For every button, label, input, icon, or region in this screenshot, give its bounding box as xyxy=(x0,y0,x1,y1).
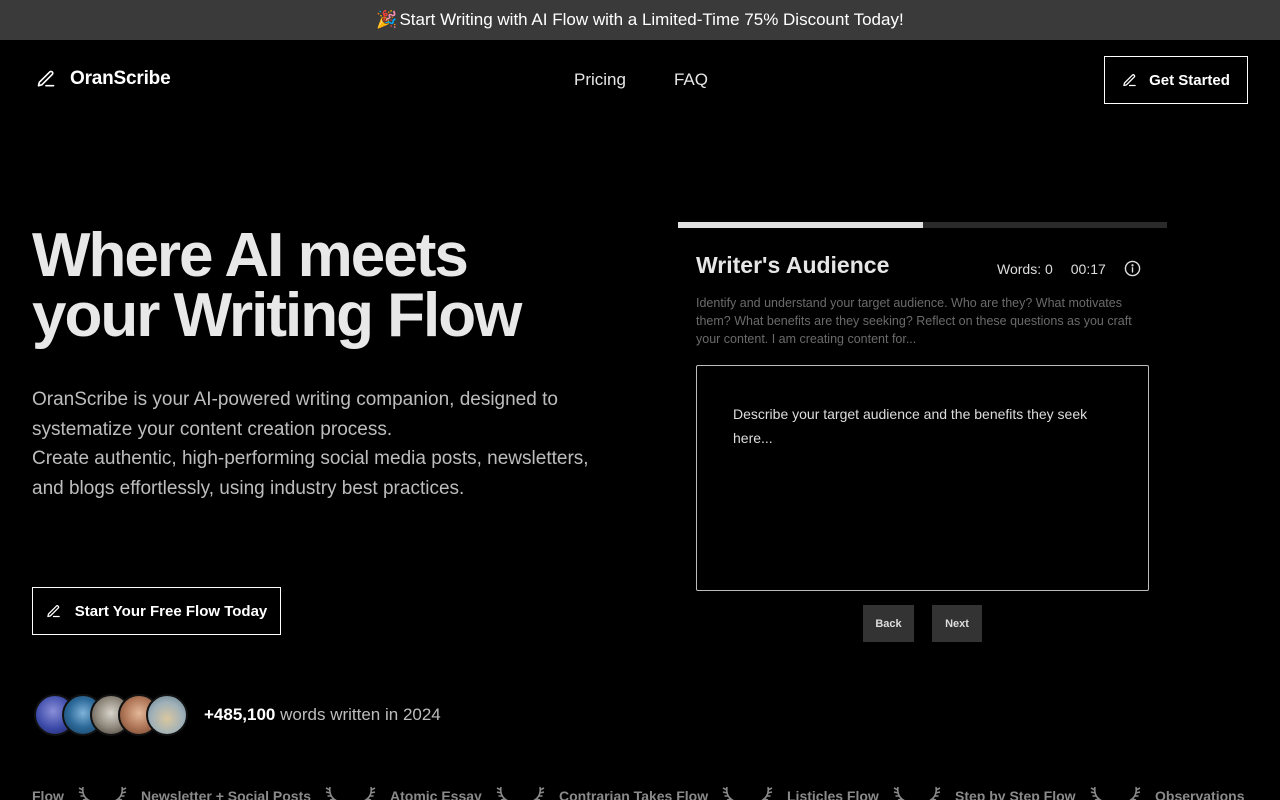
pencil-icon xyxy=(37,70,55,87)
flow-ticker-label: Listicles Flow xyxy=(787,788,879,800)
step-title: Writer's Audience xyxy=(696,252,890,278)
step-description: Identify and understand your target audi… xyxy=(696,296,1132,346)
social-proof: +485,100 words written in 2024 xyxy=(34,694,441,736)
flow-ticker-item: Flow xyxy=(32,788,64,800)
top-nav: OranScribe Pricing FAQ Get Started xyxy=(0,40,1280,120)
laurel-icon xyxy=(1123,786,1143,800)
nav-link-faq[interactable]: FAQ xyxy=(674,70,708,90)
flow-ticker-item: Newsletter + Social Posts xyxy=(141,788,311,800)
promo-banner[interactable]: 🎉 Start Writing with AI Flow with a Limi… xyxy=(0,0,1280,40)
flow-ticker-label: Flow xyxy=(32,788,64,800)
words-suffix: words written in 2024 xyxy=(280,705,441,724)
avatar xyxy=(146,694,188,736)
flow-ticker-item: Atomic Essay xyxy=(390,788,482,800)
flow-ticker-label: Observations xyxy=(1155,788,1245,800)
hero-title-line1: Where AI meets xyxy=(32,221,469,290)
laurel-icon xyxy=(891,786,911,800)
flow-progress-fill xyxy=(678,222,923,228)
laurel-icon xyxy=(76,786,96,800)
avatar-group xyxy=(34,694,188,736)
nav-link-pricing[interactable]: Pricing xyxy=(574,70,626,90)
laurel-icon xyxy=(358,786,378,800)
flow-ticker-label: Atomic Essay xyxy=(390,788,482,800)
brand-name: OranScribe xyxy=(70,68,171,89)
timer: 00:17 xyxy=(1070,260,1106,277)
flow-ticker-item: Step by Step Flow xyxy=(955,788,1076,800)
get-started-label: Get Started xyxy=(1149,71,1230,89)
laurel-icon xyxy=(323,786,343,800)
laurel-icon xyxy=(109,786,129,800)
back-button[interactable]: Back xyxy=(863,605,914,642)
hero-title: Where AI meets your Writing Flow xyxy=(32,221,632,350)
flow-ticker-label: Step by Step Flow xyxy=(955,788,1076,800)
info-icon[interactable] xyxy=(1124,260,1141,277)
laurel-icon xyxy=(755,786,775,800)
flow-ticker-label: Contrarian Takes Flow xyxy=(559,788,709,800)
step-meta: Words: 0 00:17 xyxy=(997,260,1141,277)
start-free-flow-label: Start Your Free Flow Today xyxy=(74,602,268,620)
laurel-icon xyxy=(923,786,943,800)
hero-description-1: OranScribe is your AI-powered writing co… xyxy=(32,389,558,440)
promo-text: Start Writing with AI Flow with a Limite… xyxy=(399,10,904,29)
pencil-icon xyxy=(46,604,60,617)
word-count: Words: 0 xyxy=(997,260,1053,277)
next-button[interactable]: Next xyxy=(932,605,982,642)
audience-textarea[interactable] xyxy=(696,365,1149,591)
laurel-icon xyxy=(1088,786,1108,800)
laurel-icon xyxy=(527,786,547,800)
pencil-icon xyxy=(1123,73,1136,86)
start-free-flow-button[interactable]: Start Your Free Flow Today xyxy=(32,587,281,635)
brand-logo[interactable]: OranScribe xyxy=(36,68,171,90)
flow-ticker-label: Newsletter + Social Posts xyxy=(141,788,312,800)
hero-title-line2: your Writing Flow xyxy=(32,281,522,350)
nav-links: Pricing FAQ xyxy=(574,70,708,90)
words-count: +485,100 xyxy=(204,705,276,724)
flow-ticker: Flow Newsletter + Social Posts Atomic Essa… xyxy=(0,784,1280,800)
hero-description: OranScribe is your AI-powered writing co… xyxy=(32,385,592,503)
party-popper-icon: 🎉 xyxy=(376,10,398,29)
words-written-stat: +485,100 words written in 2024 xyxy=(204,705,441,725)
laurel-icon xyxy=(720,786,740,800)
flow-ticker-item: Contrarian Takes Flow xyxy=(559,788,708,800)
laurel-icon xyxy=(494,786,514,800)
get-started-button[interactable]: Get Started xyxy=(1104,56,1248,104)
hero-description-2: Create authentic, high-performing social… xyxy=(32,448,589,499)
flow-ticker-item: Listicles Flow xyxy=(787,788,879,800)
flow-progress-bar xyxy=(678,222,1167,228)
flow-ticker-item: Observations xyxy=(1155,788,1244,800)
